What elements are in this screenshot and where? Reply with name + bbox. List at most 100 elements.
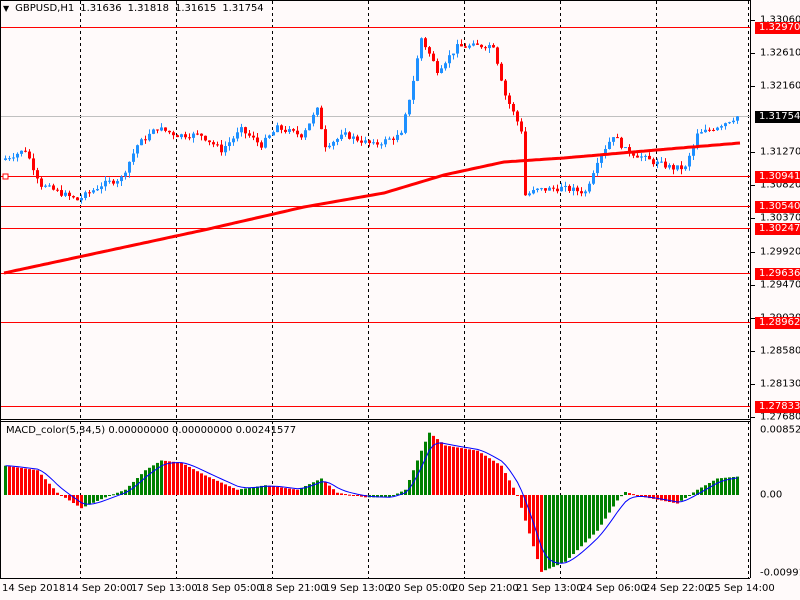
macd-bar	[168, 461, 171, 495]
macd-bar	[512, 487, 515, 495]
bull-candle	[380, 144, 383, 146]
macd-bar	[480, 453, 483, 495]
bull-candle	[128, 161, 131, 173]
open-value: 1.31636	[80, 3, 122, 14]
bull-candle	[20, 150, 23, 154]
bull-candle	[536, 188, 539, 191]
price-tick	[751, 416, 755, 418]
macd-bar	[40, 474, 43, 495]
bear-candle	[484, 47, 487, 49]
bear-candle	[72, 196, 75, 198]
bull-candle	[572, 187, 575, 191]
bull-candle	[236, 132, 239, 139]
bull-candle	[160, 127, 163, 131]
price-tick-label: 1.29470	[760, 279, 800, 291]
price-tick	[751, 350, 755, 352]
bear-candle	[392, 138, 395, 140]
macd-bar	[280, 487, 283, 495]
bear-candle	[496, 47, 499, 64]
macd-bar	[636, 495, 639, 496]
bear-candle	[360, 140, 363, 143]
macd-bar	[608, 495, 611, 513]
macd-bar	[356, 495, 359, 496]
high-value: 1.31818	[127, 3, 169, 14]
bear-candle	[424, 38, 427, 48]
bull-candle	[372, 142, 375, 144]
bear-candle	[184, 134, 187, 138]
time-tick-label: 24 Sep 22:00	[644, 583, 711, 594]
macd-bar	[96, 495, 99, 501]
chart-canvas[interactable]	[0, 0, 800, 600]
bear-candle	[508, 95, 511, 104]
bull-candle	[468, 45, 471, 48]
bear-candle	[476, 43, 479, 45]
macd-bar	[708, 482, 711, 495]
macd-histogram	[4, 432, 739, 572]
time-tick-label: 25 Sep 14:00	[708, 583, 775, 594]
bear-candle	[252, 135, 255, 138]
macd-bar	[152, 465, 155, 495]
bull-candle	[92, 190, 95, 193]
macd-bar	[172, 461, 175, 495]
level-anchor-handle[interactable]	[2, 173, 9, 180]
bear-candle	[168, 130, 171, 133]
bull-candle	[528, 193, 531, 196]
bear-candle	[520, 121, 523, 132]
macd-bar	[16, 467, 19, 495]
bear-candle	[280, 125, 283, 130]
macd-bar	[8, 466, 11, 495]
macd-bar	[344, 494, 347, 496]
bull-candle	[548, 187, 551, 191]
macd-bar	[440, 442, 443, 495]
symbol-header: ▼ GBPUSD,H1 1.31636 1.31818 1.31615 1.31…	[3, 3, 264, 14]
macd-bar	[188, 466, 191, 495]
bear-candle	[76, 197, 79, 201]
bear-candle	[320, 107, 323, 130]
macd-bar	[680, 495, 683, 501]
bull-candle	[732, 120, 735, 123]
bull-candle	[48, 185, 51, 187]
macd-bar	[568, 495, 571, 558]
macd-bar	[472, 450, 475, 495]
macd-bar	[508, 480, 511, 495]
macd-bar	[604, 495, 607, 519]
macd-bar	[48, 483, 51, 495]
level-price-label: 1.30540	[755, 200, 800, 213]
macd-bar	[240, 489, 243, 495]
bull-candle	[440, 68, 443, 73]
bull-candle	[412, 80, 415, 100]
bear-candle	[480, 44, 483, 48]
bear-candle	[556, 188, 559, 192]
bull-candle	[148, 133, 151, 141]
bear-candle	[220, 144, 223, 153]
bull-candle	[408, 99, 411, 115]
bull-candle	[96, 189, 99, 191]
macd-bar	[292, 489, 295, 495]
bear-candle	[172, 132, 175, 136]
horizontal-levels[interactable]	[0, 27, 750, 407]
bear-candle	[512, 103, 515, 112]
bull-candle	[120, 176, 123, 182]
bull-candle	[720, 126, 723, 128]
time-tick-label: 18 Sep 05:00	[196, 583, 263, 594]
bear-candle	[208, 140, 211, 143]
macd-bar	[428, 432, 431, 495]
bull-candle	[540, 188, 543, 190]
macd-bar	[536, 495, 539, 560]
macd-bar	[732, 476, 735, 495]
macd-bar	[716, 478, 719, 495]
dropdown-triangle-icon[interactable]: ▼	[3, 4, 9, 13]
macd-bar	[336, 492, 339, 495]
macd-bar	[136, 478, 139, 495]
bear-candle	[300, 134, 303, 138]
bull-candle	[396, 134, 399, 140]
bear-candle	[636, 155, 639, 158]
bear-candle	[32, 158, 35, 171]
bull-candle	[452, 53, 455, 56]
macd-bar	[560, 495, 563, 564]
macd-bar	[736, 476, 739, 495]
bull-candle	[108, 180, 111, 182]
macd-bar	[596, 495, 599, 531]
time-tick-label: 19 Sep 13:00	[324, 583, 391, 594]
bull-candle	[336, 139, 339, 142]
